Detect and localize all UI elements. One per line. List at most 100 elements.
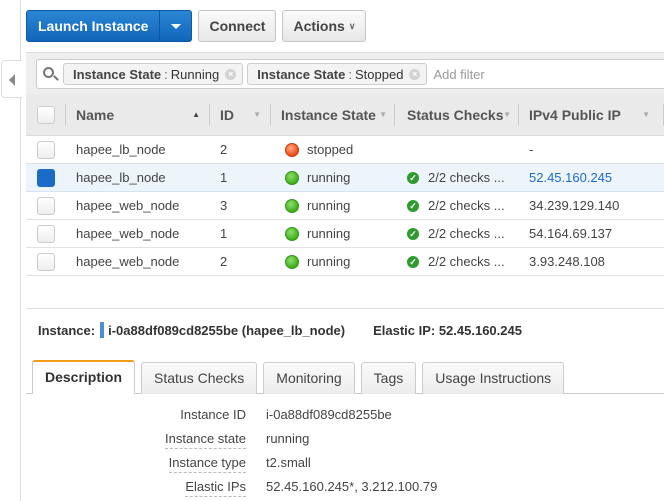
pane-divider[interactable] [26,308,664,309]
row-checkbox[interactable] [37,168,55,187]
field-row: Instance type t2.small [130,450,437,474]
status-checks: 2/2 checks ... [428,226,505,241]
instance-state: running [307,170,351,185]
launch-instance-dropdown[interactable] [159,11,191,41]
table-row[interactable]: hapee_web_node 1 running ✓ 2/2 checks ...… [26,220,664,248]
filter-token-value: Stopped [355,66,404,82]
sort-ascending-icon: ▲ [192,110,200,119]
field-label: Instance ID [180,406,246,422]
field-value: i-0a88df089cd8255be [266,406,392,422]
instance-detail-header: Instance: i-0a88df089cd8255be (hapee_lb_… [38,322,522,338]
select-all-cell [26,94,66,136]
tab-description[interactable]: Description [32,360,136,394]
field-label-tooltip[interactable]: Instance state [165,430,246,449]
instance-name: hapee_web_node [76,254,180,269]
public-ip: 3.93.248.108 [529,254,605,269]
running-status-icon [285,170,299,185]
column-header-status-checks[interactable]: Status Checks ▼ [395,94,519,136]
instance-state: stopped [307,142,354,157]
select-all-checkbox[interactable] [37,105,55,124]
sort-icon: ▼ [253,110,261,119]
table-row[interactable]: hapee_web_node 3 running ✓ 2/2 checks ...… [26,192,664,220]
field-label-tooltip[interactable]: Elastic IPs [185,478,246,497]
filter-token-value: Running [170,66,220,82]
elastic-ips-link[interactable]: 52.45.160.245*, 3.212.100.79 [266,479,437,494]
table-row[interactable]: hapee_lb_node 2 stopped - [26,136,664,164]
field-row: Instance state running [130,426,437,450]
column-header-label: Name [76,106,115,123]
detail-tabs: Description Status Checks Monitoring Tag… [26,360,664,394]
instances-table: Name ▲ ID ▼ Instance State ▼ Status Chec… [26,94,664,276]
public-ip: 54.164.69.137 [529,226,613,241]
actions-button[interactable]: Actions ∨ [282,10,367,42]
stopped-status-icon [285,142,299,157]
launch-instance-button-group: Launch Instance [26,10,193,42]
instance-label: Instance: [38,322,96,338]
table-row[interactable]: hapee_web_node 2 running ✓ 2/2 checks ...… [26,248,664,276]
table-header: Name ▲ ID ▼ Instance State ▼ Status Chec… [26,94,664,136]
instance-value: i-0a88df089cd8255be (hapee_lb_node) [108,322,346,338]
field-value: running [266,430,310,446]
instance-state: running [307,226,351,241]
launch-instance-button[interactable]: Launch Instance [27,11,159,41]
filter-token-key: Instance State [257,66,346,82]
instance-name: hapee_lb_node [76,142,166,157]
column-header-name[interactable]: Name ▲ [66,94,210,136]
check-passed-icon: ✓ [407,171,419,184]
filter-bar: Instance State: Running × Instance State:… [26,52,664,94]
public-ip: 34.239.129.140 [529,198,620,213]
actions-label: Actions [293,18,345,34]
status-checks: 2/2 checks ... [428,254,505,269]
instance-id: 2 [220,254,228,269]
instance-id: 1 [220,170,228,185]
field-row: Elastic IPs 52.45.160.245*, 3.212.100.79 [130,474,437,498]
selection-marker [100,322,105,338]
collapse-sidebar-button[interactable] [1,60,22,98]
search-icon [37,60,63,88]
filter-token[interactable]: Instance State: Running × [63,63,244,85]
instance-id: 1 [220,226,228,241]
tab-monitoring[interactable]: Monitoring [263,362,355,394]
toolbar: Launch Instance Connect Actions ∨ [26,10,367,42]
column-header-label: Status Checks [407,106,504,123]
field-value: t2.small [266,454,311,470]
filter-input-container[interactable]: Instance State: Running × Instance State:… [36,59,664,89]
column-header-id[interactable]: ID ▼ [210,94,271,136]
add-filter-input[interactable]: Add filter [433,67,484,82]
instance-name: hapee_web_node [76,198,180,213]
row-checkbox[interactable] [37,140,55,159]
instance-state: running [307,198,351,213]
field-row: Instance ID i-0a88df089cd8255be [130,402,437,426]
table-row[interactable]: hapee_lb_node 1 running ✓ 2/2 checks ... … [26,164,664,192]
sort-icon: ▼ [379,110,387,119]
status-checks: 2/2 checks ... [428,198,505,213]
public-ip-link[interactable]: 52.45.160.245 [519,170,664,185]
column-header-ipv4[interactable]: IPv4 Public IP ▼ [519,94,664,136]
instance-name: hapee_lb_node [76,170,166,185]
filter-token[interactable]: Instance State: Stopped × [247,63,428,85]
connect-label: Connect [209,18,266,34]
field-label-tooltip[interactable]: Instance type [168,454,246,473]
instance-state: running [307,254,351,269]
column-header-instance-state[interactable]: Instance State ▼ [271,94,395,136]
tab-usage-instructions[interactable]: Usage Instructions [422,362,565,394]
tab-tags[interactable]: Tags [360,362,417,394]
check-passed-icon: ✓ [407,255,419,268]
chevron-left-icon [9,74,15,86]
remove-filter-icon[interactable]: × [225,68,237,80]
tab-status-checks[interactable]: Status Checks [141,362,258,394]
description-panel: Instance ID i-0a88df089cd8255be Instance… [130,402,437,498]
row-checkbox[interactable] [37,252,55,271]
sort-icon: ▼ [503,110,511,119]
instance-name: hapee_web_node [76,226,180,241]
connect-button[interactable]: Connect [198,10,277,42]
column-header-label: ID [220,106,234,123]
sort-icon: ▼ [642,110,650,119]
public-ip: - [529,142,534,157]
remove-filter-icon[interactable]: × [409,68,421,80]
side-rail [0,0,26,501]
running-status-icon [285,198,299,213]
instance-id: 3 [220,198,228,213]
row-checkbox[interactable] [37,196,55,215]
row-checkbox[interactable] [37,224,55,243]
